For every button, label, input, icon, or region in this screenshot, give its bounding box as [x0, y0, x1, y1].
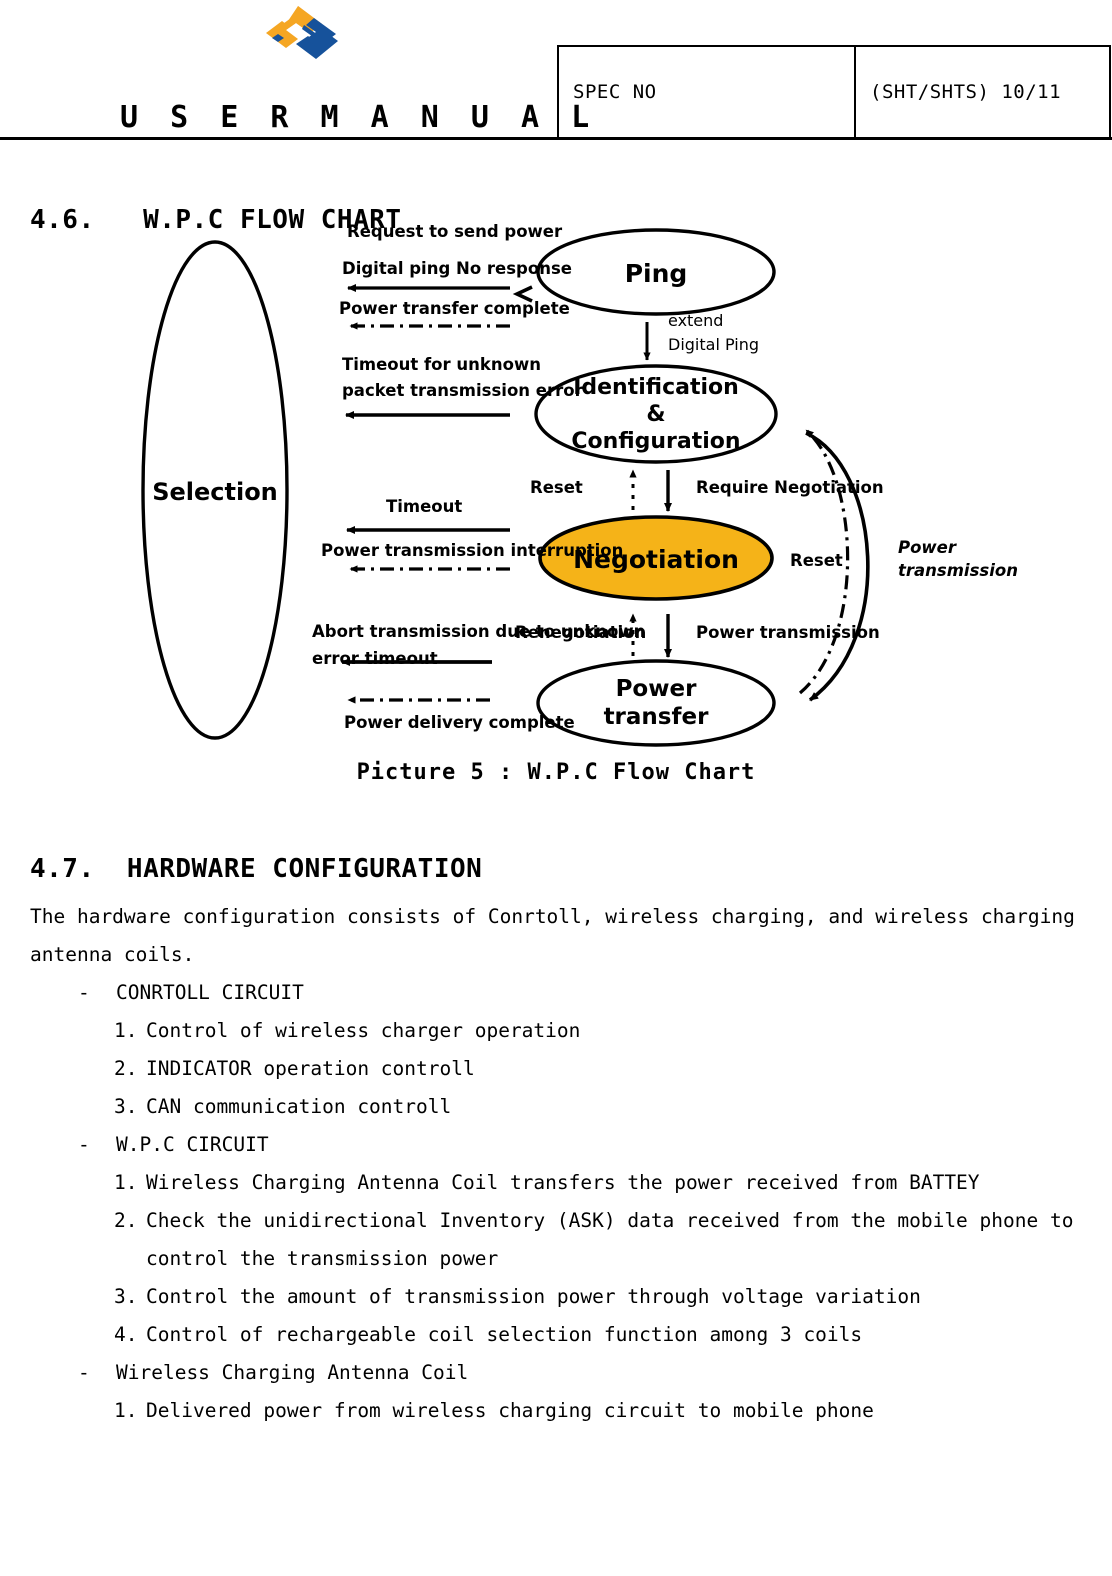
- spec-header-table: SPEC NO (SHT/SHTS) 10/11: [557, 45, 1111, 137]
- item-text: Wireless Charging Antenna Coil transfers…: [146, 1171, 980, 1194]
- list-item: 2. INDICATOR operation controll: [114, 1050, 1080, 1088]
- item-text: Check the unidirectional Inventory (ASK)…: [146, 1209, 1074, 1232]
- node-power-transfer-label-1: Power: [616, 676, 698, 702]
- intro-line-2: antenna coils.: [30, 943, 195, 966]
- list-item: 1. Control of wireless charger operation: [114, 1012, 1080, 1050]
- header-divider: [0, 137, 1112, 140]
- item-text: Delivered power from wireless charging c…: [146, 1399, 874, 1422]
- label-renegotiation: Renegotiation: [515, 623, 646, 642]
- page-header: U S E R M A N U A L SPEC NO (SHT/SHTS) 1…: [0, 0, 1112, 140]
- label-request-to-send-power: Request to send power: [347, 222, 563, 241]
- label-power-delivery-complete: Power delivery complete: [344, 713, 575, 732]
- item-number: 1.: [114, 1019, 138, 1042]
- item-text: Control of wireless charger operation: [146, 1019, 581, 1042]
- company-logo-icon: [252, 4, 348, 64]
- group-title: W.P.C CIRCUIT: [116, 1133, 269, 1156]
- label-timeout-for-unknown: Timeout for unknown: [342, 355, 541, 374]
- list-item: 1. Delivered power from wireless chargin…: [114, 1392, 1080, 1430]
- group-title: Wireless Charging Antenna Coil: [116, 1361, 469, 1384]
- item-number: 2.: [114, 1057, 138, 1080]
- item-text: Control of rechargeable coil selection f…: [146, 1323, 863, 1346]
- item-number: 1.: [114, 1399, 138, 1422]
- item-number: 1.: [114, 1171, 138, 1194]
- item-number: 4.: [114, 1323, 138, 1346]
- item-text-continued: control the transmission power: [146, 1247, 499, 1270]
- label-digital-ping-no-response: Digital ping No response: [342, 259, 572, 278]
- label-digital-ping: Digital Ping: [668, 335, 759, 354]
- section-heading-4-7: 4.7. HARDWARE CONFIGURATION: [30, 853, 483, 884]
- dash-bullet: -: [78, 1361, 90, 1384]
- label-power-transfer-complete: Power transfer complete: [339, 299, 570, 318]
- label-timeout: Timeout: [386, 497, 462, 516]
- label-abort-transmission-2: error timeout: [312, 649, 438, 668]
- item-number: 3.: [114, 1095, 138, 1118]
- label-power-transmission-interruption: Power transmission interruption: [321, 541, 623, 560]
- hardware-configuration-body: The hardware configuration consists of C…: [30, 898, 1080, 1430]
- label-packet-transmission-error: packet transmission error: [342, 381, 584, 400]
- label-power-transmission-right-2: transmission: [898, 561, 1018, 580]
- list-item: 4. Control of rechargeable coil selectio…: [114, 1316, 1080, 1354]
- item-number: 2.: [114, 1209, 138, 1232]
- list-item: 2. Check the unidirectional Inventory (A…: [114, 1202, 1080, 1278]
- intro-line-1: The hardware configuration consists of C…: [30, 905, 1075, 928]
- manual-title: U S E R M A N U A L: [120, 100, 597, 135]
- list-item-group-conrtoll-circuit: - CONRTOLL CIRCUIT: [78, 974, 1080, 1012]
- node-selection-label: Selection: [152, 478, 278, 506]
- node-identification-label-1: Identification: [573, 375, 739, 400]
- item-number: 3.: [114, 1285, 138, 1308]
- figure-caption: Picture 5 : W.P.C Flow Chart: [356, 760, 756, 785]
- label-reset-left: Reset: [530, 478, 583, 497]
- node-power-transfer-label-2: transfer: [604, 704, 710, 730]
- label-extend: extend: [668, 311, 723, 330]
- sht-cell: (SHT/SHTS) 10/11: [856, 47, 1109, 137]
- item-text: Control the amount of transmission power…: [146, 1285, 921, 1308]
- node-identification-label-3: Configuration: [571, 429, 740, 454]
- item-text: INDICATOR operation controll: [146, 1057, 475, 1080]
- list-item: 1. Wireless Charging Antenna Coil transf…: [114, 1164, 1080, 1202]
- list-item-group-wpc-circuit: - W.P.C CIRCUIT: [78, 1126, 1080, 1164]
- spec-no-label: SPEC NO: [573, 81, 657, 103]
- list-item: 3. Control the amount of transmission po…: [114, 1278, 1080, 1316]
- list-item-group-antenna-coil: - Wireless Charging Antenna Coil: [78, 1354, 1080, 1392]
- label-power-transmission: Power transmission: [696, 623, 880, 642]
- spec-no-cell: SPEC NO: [559, 47, 856, 137]
- sht-label: (SHT/SHTS) 10/11: [870, 81, 1062, 103]
- list-item: 3. CAN communication controll: [114, 1088, 1080, 1126]
- dash-bullet: -: [78, 981, 90, 1004]
- group-title: CONRTOLL CIRCUIT: [116, 981, 304, 1004]
- item-text: CAN communication controll: [146, 1095, 452, 1118]
- node-identification-label-2: &: [646, 402, 665, 427]
- label-power-transmission-right-1: Power: [898, 538, 957, 557]
- wpc-flow-chart-diagram: Selection Ping Identification & Configur…: [120, 218, 1020, 758]
- label-reset-right: Reset: [790, 551, 843, 570]
- node-ping-label: Ping: [625, 259, 688, 288]
- dash-bullet: -: [78, 1133, 90, 1156]
